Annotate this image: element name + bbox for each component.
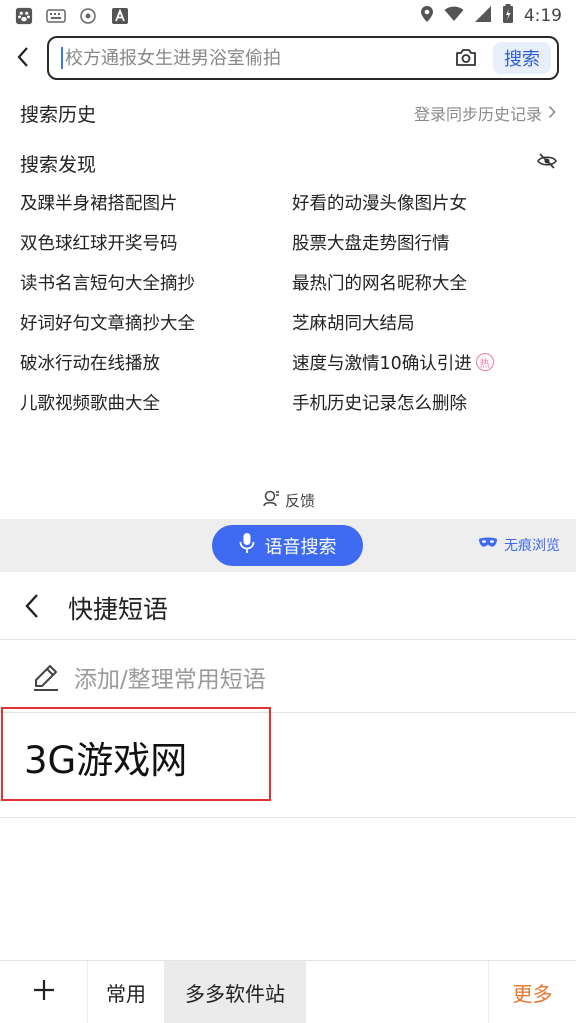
discover-item[interactable]: 双色球红球开奖号码: [20, 228, 292, 256]
discover-item[interactable]: 读书名言短句大全摘抄: [20, 268, 292, 296]
discover-item[interactable]: 儿歌视频歌曲大全: [20, 388, 292, 416]
incognito-button[interactable]: 无痕浏览: [478, 535, 560, 555]
more-button[interactable]: 更多: [488, 961, 576, 1023]
add-phrase-row[interactable]: 添加/整理常用短语: [0, 641, 576, 713]
status-time: 4:19: [523, 6, 562, 26]
search-discover-title: 搜索发现: [20, 153, 97, 176]
add-button[interactable]: [0, 961, 88, 1023]
plus-icon: [32, 978, 56, 1006]
quick-phrases-title: 快捷短语: [68, 594, 169, 624]
status-left-icons: [14, 6, 130, 26]
hide-discover-button[interactable]: [536, 152, 558, 174]
microphone-icon: [239, 532, 255, 559]
location-icon: [420, 5, 434, 28]
phrase-item[interactable]: 3G游戏网: [0, 707, 576, 818]
discover-item[interactable]: 股票大盘走势图行情: [292, 228, 556, 256]
tab-duoduo-software[interactable]: 多多软件站: [164, 961, 306, 1023]
discover-item[interactable]: 芝麻胡同大结局: [292, 308, 556, 336]
discover-item[interactable]: 破冰行动在线播放: [20, 348, 292, 376]
status-right: 4:19: [420, 3, 562, 29]
voice-search-label: 语音搜索: [264, 536, 337, 558]
quick-phrases-header: 快捷短语: [0, 576, 576, 640]
eye-off-icon: [537, 153, 557, 173]
chevron-left-icon: [16, 46, 30, 72]
add-phrase-label: 添加/整理常用短语: [74, 666, 266, 693]
mask-icon: [478, 537, 498, 553]
discover-item[interactable]: 及踝半身裙搭配图片: [20, 188, 292, 216]
feedback-link[interactable]: 反馈: [262, 488, 315, 512]
chevron-left-icon: [24, 593, 40, 623]
camera-button[interactable]: [453, 46, 479, 72]
discover-list: 及踝半身裙搭配图片 好看的动漫头像图片女 双色球红球开奖号码 股票大盘走势图行情…: [20, 188, 556, 416]
history-sync-link[interactable]: 登录同步历史记录: [414, 101, 556, 125]
search-history-title: 搜索历史: [20, 103, 97, 126]
paw-icon: [14, 6, 34, 26]
pencil-icon: [30, 661, 62, 693]
signal-icon: [474, 5, 492, 28]
text-caret: [61, 47, 63, 69]
feedback-icon: [262, 489, 280, 511]
battery-icon: [502, 3, 514, 29]
chevron-right-icon: [548, 104, 556, 123]
phrase-text: 3G游戏网: [24, 739, 188, 782]
back-button[interactable]: [0, 36, 46, 82]
search-discover-header: 搜索发现: [20, 148, 558, 178]
tab-common[interactable]: 常用: [88, 961, 164, 1023]
discover-item[interactable]: 好词好句文章摘抄大全: [20, 308, 292, 336]
discover-item[interactable]: 最热门的网名昵称大全: [292, 268, 556, 296]
search-history-header: 搜索历史 登录同步历史记录: [20, 98, 556, 128]
wifi-icon: [444, 6, 464, 27]
voice-bar: 语音搜索 无痕浏览: [0, 519, 576, 572]
target-icon: [78, 6, 98, 26]
feedback-label: 反馈: [285, 491, 316, 510]
search-button[interactable]: 搜索: [493, 42, 551, 74]
history-sync-label: 登录同步历史记录: [413, 105, 542, 124]
status-bar: 4:19: [0, 0, 576, 32]
a-box-icon: [110, 6, 130, 26]
keyboard-icon: [46, 6, 66, 26]
voice-search-button[interactable]: 语音搜索: [212, 525, 363, 566]
camera-icon: [455, 48, 477, 71]
discover-item[interactable]: 好看的动漫头像图片女: [292, 188, 556, 216]
discover-item[interactable]: 手机历史记录怎么删除: [292, 388, 556, 416]
search-box[interactable]: 搜索: [47, 36, 559, 80]
hot-badge: 热: [475, 353, 494, 371]
search-row: 搜索: [0, 36, 576, 82]
search-input[interactable]: [65, 47, 445, 69]
incognito-label: 无痕浏览: [504, 538, 560, 554]
phrases-back-button[interactable]: [0, 576, 64, 640]
discover-item[interactable]: 速度与激情10确认引进 热: [292, 348, 556, 376]
bottom-bar: 常用 多多软件站 更多: [0, 960, 576, 1023]
